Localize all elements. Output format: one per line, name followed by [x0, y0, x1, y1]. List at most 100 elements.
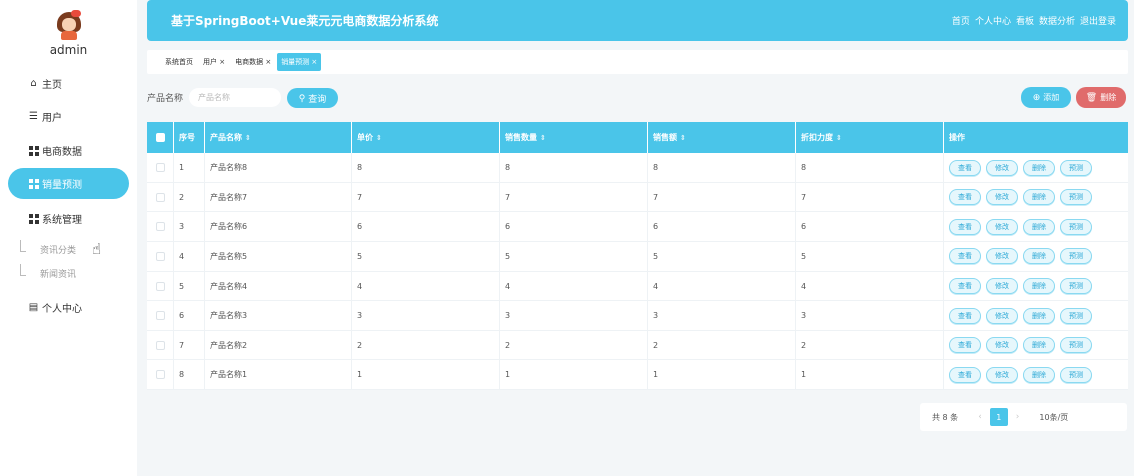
- view-button[interactable]: 查看: [949, 307, 981, 324]
- column-header-discount[interactable]: 折扣力度 ⇕: [796, 122, 944, 153]
- sidebar-item-system-management[interactable]: 系统管理: [8, 203, 129, 234]
- row-checkbox-cell: [147, 241, 174, 271]
- row-checkbox[interactable]: [155, 192, 165, 202]
- row-checkbox[interactable]: [155, 163, 165, 172]
- cell-index: 1: [174, 153, 205, 182]
- table-row: 1 产品名称8 8 8 8 8 查看 修改 删除 预测: [147, 153, 1128, 183]
- sidebar-item-sales-forecast[interactable]: 销量预测: [8, 168, 129, 199]
- view-button[interactable]: 查看: [949, 278, 981, 294]
- view-button[interactable]: 查看: [949, 189, 981, 206]
- forecast-button[interactable]: 预测: [1060, 189, 1092, 206]
- sidebar-subitem-news[interactable]: 新闻资讯: [20, 263, 76, 283]
- sidebar-item-personal-center[interactable]: ▤ 个人中心: [8, 292, 129, 323]
- cell-unit-price: 6: [352, 212, 500, 242]
- delete-row-button[interactable]: 删除: [1023, 189, 1055, 206]
- sort-icon[interactable]: ⇕: [540, 134, 546, 142]
- column-header-sales-quantity[interactable]: 销售数量 ⇕: [500, 122, 648, 153]
- column-header-product-name[interactable]: 产品名称 ⇕: [205, 122, 352, 153]
- forecast-button[interactable]: 预测: [1060, 337, 1092, 354]
- cell-index: 5: [174, 271, 205, 301]
- add-button[interactable]: ⊕ 添加: [1021, 87, 1071, 108]
- cell-discount: 5: [796, 241, 944, 271]
- cell-index: 7: [174, 330, 205, 360]
- sidebar-item-home[interactable]: ⌂ 主页: [8, 68, 129, 99]
- sidebar-item-users[interactable]: ☰ 用户: [8, 101, 129, 132]
- cell-sales-amount: 7: [648, 182, 796, 212]
- view-button[interactable]: 查看: [949, 159, 981, 176]
- forecast-button[interactable]: 预测: [1060, 278, 1092, 294]
- query-button[interactable]: ⚲ 查询: [287, 88, 338, 108]
- edit-button[interactable]: 修改: [986, 248, 1018, 265]
- edit-button[interactable]: 修改: [986, 218, 1018, 235]
- sort-icon[interactable]: ⇕: [836, 134, 842, 142]
- tab-users[interactable]: 用户 ×: [199, 53, 229, 71]
- header-link-data-analysis[interactable]: 数据分析: [1039, 14, 1075, 27]
- pagination-prev-icon[interactable]: ‹: [978, 412, 982, 422]
- cell-unit-price: 4: [352, 271, 500, 301]
- delete-row-button[interactable]: 删除: [1023, 218, 1055, 235]
- sidebar-subitem-news-category[interactable]: 资讯分类: [20, 239, 76, 259]
- edit-button[interactable]: 修改: [986, 366, 1018, 383]
- forecast-button[interactable]: 预测: [1060, 307, 1092, 324]
- row-checkbox-cell: [147, 212, 174, 242]
- edit-button[interactable]: 修改: [986, 189, 1018, 206]
- view-button[interactable]: 查看: [949, 218, 981, 235]
- pagination-page-size[interactable]: 10条/页: [1039, 412, 1068, 423]
- row-checkbox[interactable]: [155, 281, 165, 291]
- column-header-sales-amount[interactable]: 销售额 ⇕: [648, 122, 796, 153]
- select-all-checkbox[interactable]: [155, 133, 165, 142]
- edit-button[interactable]: 修改: [986, 337, 1018, 354]
- sort-icon[interactable]: ⇕: [245, 134, 251, 142]
- edit-button[interactable]: 修改: [986, 307, 1018, 324]
- cell-index: 4: [174, 241, 205, 271]
- row-checkbox[interactable]: [155, 370, 165, 380]
- cell-product-name: 产品名称6: [205, 212, 352, 242]
- grid-icon: [28, 213, 39, 224]
- forecast-button[interactable]: 预测: [1060, 248, 1092, 265]
- sidebar-item-label: 用户: [42, 113, 62, 124]
- view-button[interactable]: 查看: [949, 366, 981, 383]
- delete-row-button[interactable]: 删除: [1023, 248, 1055, 265]
- row-checkbox[interactable]: [155, 340, 165, 350]
- forecast-button[interactable]: 预测: [1060, 366, 1092, 383]
- cell-unit-price: 7: [352, 182, 500, 212]
- delete-row-button[interactable]: 删除: [1023, 366, 1055, 383]
- table-header: 序号 产品名称 ⇕ 单价 ⇕ 销售数量 ⇕ 销售额 ⇕ 折扣力度 ⇕ 操作: [147, 122, 1128, 153]
- tab-system-home[interactable]: 系统首页: [161, 53, 197, 71]
- header-link-home[interactable]: 首页: [952, 14, 970, 27]
- header-link-logout[interactable]: 退出登录: [1080, 14, 1116, 27]
- table-row: 6 产品名称3 3 3 3 3 查看 修改 删除 预测: [147, 301, 1128, 331]
- home-icon: ⌂: [30, 77, 37, 89]
- row-checkbox[interactable]: [155, 311, 165, 321]
- edit-button[interactable]: 修改: [986, 278, 1018, 294]
- sidebar: admin ⌂ 主页 ☰ 用户 电商数据 销量预测 系统管理 资讯分类 新闻资讯…: [0, 0, 137, 476]
- forecast-button[interactable]: 预测: [1060, 218, 1092, 235]
- page-title: 基于SpringBoot+Vue莱元元电商数据分析系统: [171, 14, 439, 28]
- pagination-current-page[interactable]: 1: [989, 408, 1008, 426]
- product-name-search-input[interactable]: [189, 88, 281, 107]
- row-checkbox[interactable]: [155, 222, 165, 232]
- delete-row-button[interactable]: 删除: [1023, 159, 1055, 176]
- avatar[interactable]: [56, 10, 82, 40]
- sidebar-item-ecommerce-data[interactable]: 电商数据: [8, 135, 129, 166]
- delete-row-button[interactable]: 删除: [1023, 337, 1055, 354]
- edit-button[interactable]: 修改: [986, 159, 1018, 176]
- column-header-unit-price[interactable]: 单价 ⇕: [352, 122, 500, 153]
- tab-ecommerce-data[interactable]: 电商数据 ×: [231, 53, 275, 71]
- table-row: 7 产品名称2 2 2 2 2 查看 修改 删除 预测: [147, 330, 1128, 361]
- view-button[interactable]: 查看: [949, 337, 981, 354]
- delete-button[interactable]: 🗑 删除: [1076, 87, 1126, 108]
- sort-icon[interactable]: ⇕: [680, 134, 686, 142]
- cell-index: 3: [174, 212, 205, 242]
- cell-sales-quantity: 8: [500, 153, 648, 182]
- delete-row-button[interactable]: 删除: [1023, 307, 1055, 324]
- sort-icon[interactable]: ⇕: [376, 134, 382, 142]
- forecast-button[interactable]: 预测: [1060, 159, 1092, 176]
- header-link-dashboard[interactable]: 看板: [1016, 14, 1034, 27]
- pagination-next-icon[interactable]: ›: [1016, 412, 1020, 422]
- delete-row-button[interactable]: 删除: [1023, 278, 1055, 294]
- view-button[interactable]: 查看: [949, 248, 981, 265]
- tab-sales-forecast[interactable]: 销量预测 ×: [277, 53, 322, 71]
- row-checkbox[interactable]: [155, 251, 165, 261]
- header-link-personal-center[interactable]: 个人中心: [975, 14, 1011, 27]
